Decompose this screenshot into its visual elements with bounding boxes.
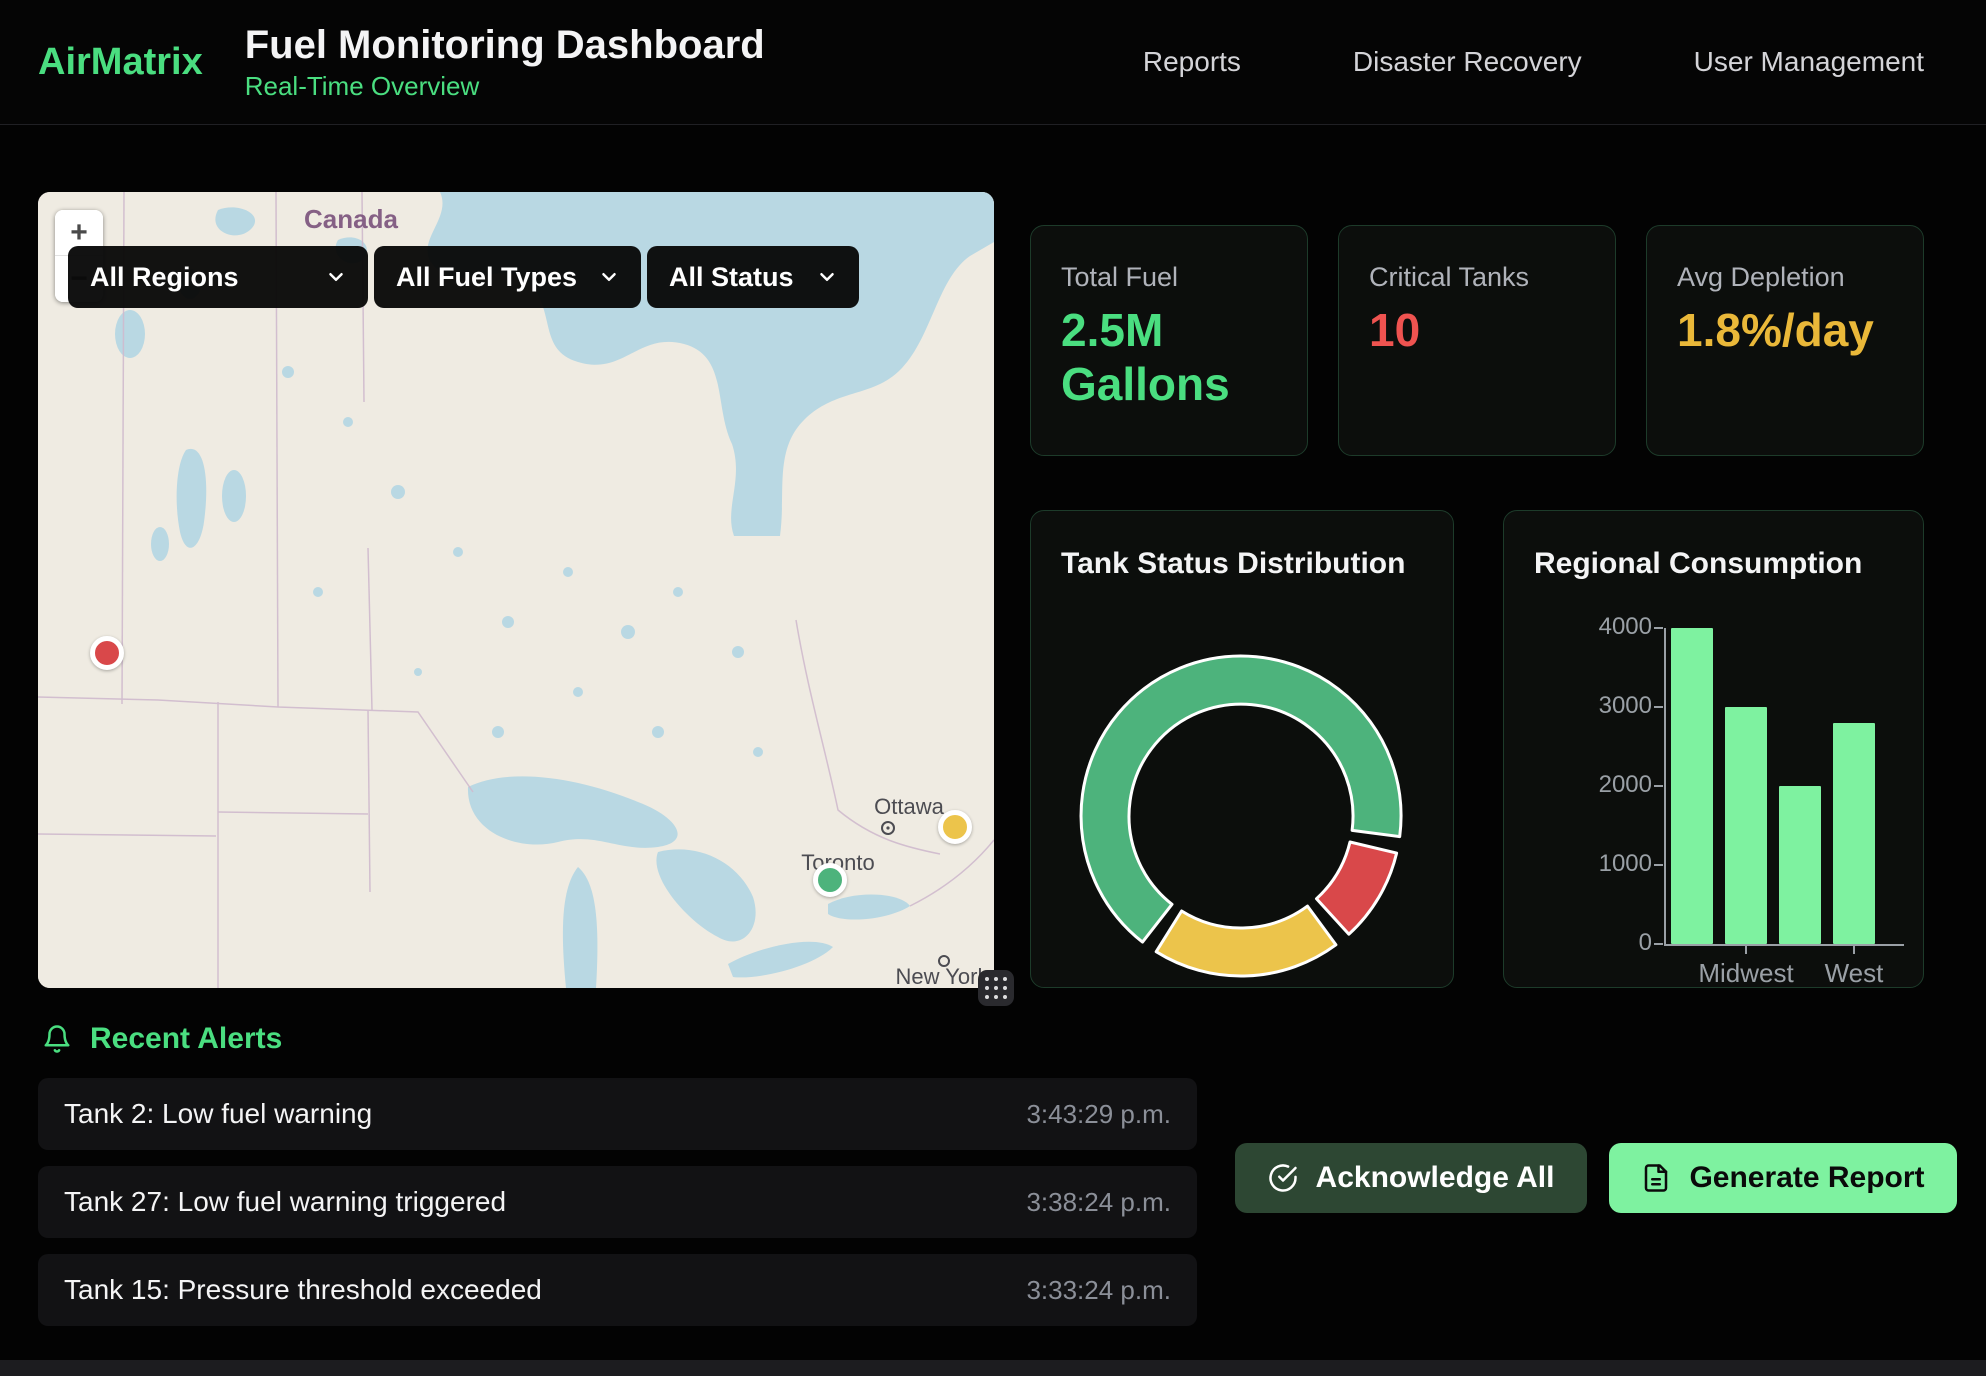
stat-value: 1.8%/day (1677, 303, 1893, 357)
nav-item-disaster-recovery[interactable]: Disaster Recovery (1353, 46, 1582, 78)
y-tick-mark (1654, 785, 1663, 787)
y-tick-mark (1654, 627, 1663, 629)
regional-consumption-card: Regional Consumption 01000200030004000Mi… (1503, 510, 1924, 988)
stat-value: 10 (1369, 303, 1585, 357)
filter-selected-value: All Regions (90, 262, 239, 293)
y-tick-mark (1654, 706, 1663, 708)
map-panel: Canada Ottawa Toronto New York + − All R… (38, 192, 994, 988)
page-title: Fuel Monitoring Dashboard (245, 23, 765, 67)
fuel-type-filter-select[interactable]: All Fuel Types (374, 246, 641, 308)
x-axis (1664, 944, 1904, 946)
main-nav: Reports Disaster Recovery User Management (1143, 46, 1986, 78)
y-tick-mark (1654, 864, 1663, 866)
alert-message: Tank 2: Low fuel warning (64, 1098, 372, 1130)
generate-report-label: Generate Report (1689, 1161, 1924, 1195)
stat-card-avg-depletion: Avg Depletion 1.8%/day (1646, 225, 1924, 456)
generate-report-button[interactable]: Generate Report (1609, 1143, 1957, 1213)
x-tick-mark (1745, 946, 1747, 954)
tank-marker-critical[interactable] (90, 636, 124, 670)
header: AirMatrix Fuel Monitoring Dashboard Real… (0, 0, 1986, 125)
check-circle-icon (1268, 1163, 1298, 1193)
y-tick-mark (1654, 943, 1663, 945)
alert-timestamp: 3:43:29 p.m. (1026, 1099, 1171, 1130)
stat-label: Total Fuel (1061, 262, 1277, 293)
map-label-newyork: New York (896, 964, 990, 988)
region-filter-select[interactable]: All Regions (68, 246, 368, 308)
nav-item-user-management[interactable]: User Management (1694, 46, 1924, 78)
alerts-header: Recent Alerts (42, 1022, 282, 1056)
tank-status-donut-chart (1031, 511, 1455, 989)
stat-card-total-fuel: Total Fuel 2.5M Gallons (1030, 225, 1308, 456)
y-tick-label: 0 (1546, 929, 1652, 957)
x-tick-label: West (1784, 958, 1924, 989)
bell-icon (42, 1023, 72, 1055)
x-tick-mark (1853, 946, 1855, 954)
alert-timestamp: 3:33:24 p.m. (1026, 1275, 1171, 1306)
map-filter-bar: All Regions All Fuel Types All Status (68, 246, 859, 308)
chevron-down-icon (817, 267, 837, 287)
map-label-ottawa: Ottawa (874, 794, 944, 819)
alerts-list: Tank 2: Low fuel warning3:43:29 p.m.Tank… (38, 1078, 1197, 1342)
alerts-title: Recent Alerts (90, 1022, 282, 1056)
nav-item-reports[interactable]: Reports (1143, 46, 1241, 78)
chevron-down-icon (599, 267, 619, 287)
consumption-bar (1725, 707, 1767, 944)
consumption-bar (1779, 786, 1821, 944)
map-viewport[interactable]: Canada Ottawa Toronto New York + − All R… (38, 192, 994, 988)
alert-timestamp: 3:38:24 p.m. (1026, 1187, 1171, 1218)
y-tick-label: 1000 (1546, 850, 1652, 878)
page-subtitle: Real-Time Overview (245, 71, 765, 102)
y-tick-label: 3000 (1546, 692, 1652, 720)
regional-consumption-bar-chart: 01000200030004000MidwestWest (1504, 511, 1925, 989)
stat-label: Critical Tanks (1369, 262, 1585, 293)
tank-marker-warning[interactable] (938, 810, 972, 844)
app-root: AirMatrix Fuel Monitoring Dashboard Real… (0, 0, 1986, 1376)
acknowledge-all-button[interactable]: Acknowledge All (1235, 1143, 1587, 1213)
acknowledge-all-label: Acknowledge All (1316, 1161, 1555, 1195)
map-resize-handle[interactable] (978, 970, 1014, 1006)
alert-message: Tank 27: Low fuel warning triggered (64, 1186, 506, 1218)
map-label-canada: Canada (304, 204, 398, 234)
donut-segment-critical (1317, 842, 1397, 934)
status-filter-select[interactable]: All Status (647, 246, 859, 308)
stat-value: 2.5M Gallons (1061, 303, 1277, 412)
tank-marker-normal[interactable] (813, 863, 847, 897)
filter-selected-value: All Fuel Types (396, 262, 577, 293)
alert-row[interactable]: Tank 27: Low fuel warning triggered 3:38:… (38, 1166, 1197, 1238)
stats-row: Total Fuel 2.5M Gallons Critical Tanks 10 Av… (1030, 225, 1924, 456)
bottom-window-edge (0, 1360, 1986, 1376)
y-tick-label: 4000 (1546, 613, 1652, 641)
stat-label: Avg Depletion (1677, 262, 1893, 293)
consumption-bar (1671, 628, 1713, 944)
alert-message: Tank 15: Pressure threshold exceeded (64, 1274, 542, 1306)
alert-actions: Acknowledge All Generate Report (1235, 1143, 1957, 1213)
alert-row[interactable]: Tank 15: Pressure threshold exceeded 3:33… (38, 1254, 1197, 1326)
filter-selected-value: All Status (669, 262, 794, 293)
y-axis (1664, 628, 1666, 944)
chevron-down-icon (326, 267, 346, 287)
title-block: Fuel Monitoring Dashboard Real-Time Over… (245, 23, 765, 102)
brand-logo[interactable]: AirMatrix (38, 41, 203, 84)
ottawa-city-dot-center (886, 826, 889, 829)
y-tick-label: 2000 (1546, 771, 1652, 799)
donut-segment-warning (1156, 906, 1336, 976)
file-text-icon (1641, 1163, 1671, 1193)
stat-card-critical-tanks: Critical Tanks 10 (1338, 225, 1616, 456)
map-canvas[interactable]: Canada Ottawa Toronto New York (38, 192, 994, 988)
tank-status-card: Tank Status Distribution (1030, 510, 1454, 988)
alert-row[interactable]: Tank 2: Low fuel warning 3:43:29 p.m. (38, 1078, 1197, 1150)
consumption-bar (1833, 723, 1875, 944)
